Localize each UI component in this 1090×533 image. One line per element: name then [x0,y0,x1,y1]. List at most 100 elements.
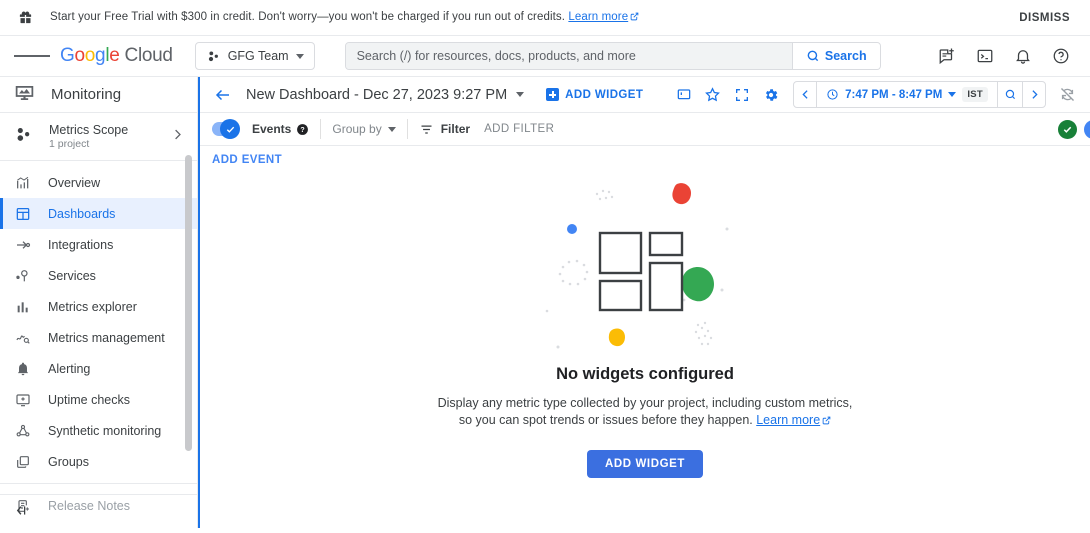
alerting-bell-icon [14,361,32,377]
collapse-panel-button[interactable] [0,494,197,528]
sidebar-item-groups[interactable]: Groups [0,446,197,477]
empty-state-description-line2: so you can spot trends or issues before … [458,413,753,427]
help-icon[interactable] [1048,43,1074,69]
timezone-badge[interactable]: IST [962,87,988,102]
empty-state-learn-more-link[interactable]: Learn more [756,413,820,427]
global-search[interactable]: Search [344,42,881,70]
clock-icon [827,89,838,100]
refresh-off-icon[interactable] [1053,80,1082,109]
synthetic-monitoring-icon [14,423,32,439]
app-body: Monitoring Metrics Scope 1 project Overv… [0,77,1090,528]
filter-icon [421,124,432,134]
empty-state-title: No widgets configured [556,365,734,383]
metrics-management-icon [14,330,32,346]
logo-word-cloud: Cloud [124,45,173,66]
sidebar-item-services[interactable]: Services [0,260,197,291]
sidebar-item-metrics-management[interactable]: Metrics management [0,322,197,353]
time-range-selector: 7:47 PM - 8:47 PM IST [793,81,1046,108]
sidebar-item-dashboards[interactable]: Dashboards [0,198,197,229]
sidebar-product-header: Monitoring [0,77,197,113]
sidebar-item-label: Services [48,268,96,283]
svg-text:?: ? [301,126,305,133]
sidebar-item-integrations[interactable]: Integrations [0,229,197,260]
sidebar-item-label: Integrations [48,237,114,252]
sidebar-nav: Overview Dashboards Integrations Service… [0,161,197,521]
time-range-prev-button[interactable] [794,82,818,107]
empty-state-description: Display any metric type collected by you… [438,395,853,430]
no-widgets-illustration [545,183,729,349]
hamburger-icon[interactable] [14,38,50,74]
free-trial-banner: Start your Free Trial with $300 in credi… [0,0,1090,36]
time-range-next-button[interactable] [1022,82,1045,107]
search-icon [807,50,819,62]
filter-label: Filter [440,122,471,136]
fullscreen-icon[interactable] [727,80,756,109]
settings-gear-icon[interactable] [756,80,785,109]
sidebar-item-overview[interactable]: Overview [0,167,197,198]
add-widget-link[interactable]: ADD WIDGET [546,88,643,101]
red-blob [672,183,691,205]
sidebar-item-synthetic-monitoring[interactable]: Synthetic monitoring [0,415,197,446]
overview-icon [14,175,32,191]
blue-dot [567,224,577,234]
top-header-bar: Google Cloud GFG Team Search [0,36,1090,77]
dismiss-button[interactable]: DISMISS [1019,12,1076,24]
divider [320,119,322,139]
dashboard-panel: New Dashboard - Dec 27, 2023 9:27 PM ADD… [198,77,1090,528]
events-toggle[interactable] [212,119,240,139]
search-button[interactable]: Search [791,43,880,69]
widget-placeholder-4 [598,279,643,312]
filter-button[interactable]: Filter [419,122,470,137]
page-title: New Dashboard - Dec 27, 2023 9:27 PM [246,86,508,103]
uptime-checks-icon [14,392,32,408]
widget-placeholder-2 [648,231,684,257]
search-icon [1005,89,1015,100]
group-by-label: Group by [332,122,382,136]
plus-icon [546,88,560,101]
sidebar-item-metrics-explorer[interactable]: Metrics explorer [0,291,197,322]
sidebar-item-label: Dashboards [48,206,116,221]
integrations-icon [14,237,32,253]
avatar[interactable] [1084,119,1090,139]
logo-letter-g2: g [95,45,106,66]
time-range-value: 7:47 PM - 8:47 PM [845,88,943,101]
feedback-icon[interactable] [934,43,960,69]
project-selector[interactable]: GFG Team [194,42,315,70]
sidebar-item-alerting[interactable]: Alerting [0,353,197,384]
logo-letter-e: e [109,45,120,66]
cloud-shell-icon[interactable] [972,43,998,69]
filter-bar: Events ? Group by Filter ADD FILTER [200,113,1090,146]
sidebar-item-uptime-checks[interactable]: Uptime checks [0,384,197,415]
add-widget-button[interactable]: ADD WIDGET [586,450,704,478]
toggle-knob [220,119,240,139]
banner-learn-more-link[interactable]: Learn more [568,11,628,23]
metrics-scope-subtitle: 1 project [49,138,90,150]
google-cloud-logo[interactable]: Google Cloud [60,45,173,67]
add-event-button[interactable]: ADD EVENT [212,154,282,166]
chevron-left-icon [802,90,808,99]
sidebar-item-label: Metrics management [48,330,165,345]
add-filter-button[interactable]: ADD FILTER [484,123,554,135]
sidebar-item-label: Alerting [48,361,91,376]
help-filled-icon[interactable]: ? [296,123,309,136]
metrics-explorer-icon [14,299,32,315]
search-input[interactable] [345,43,792,69]
notifications-bell-icon[interactable] [1010,43,1036,69]
metrics-scope-selector[interactable]: Metrics Scope 1 project [0,113,197,161]
back-arrow-icon[interactable] [210,82,236,108]
time-range-value-button[interactable]: 7:47 PM - 8:47 PM IST [817,82,997,107]
group-by-button[interactable]: Group by [332,122,396,136]
chevron-right-icon [1031,90,1038,99]
status-ok-check-icon[interactable] [1058,119,1077,139]
notes-panel-icon[interactable] [669,80,698,109]
star-icon[interactable] [698,80,727,109]
banner-text: Start your Free Trial with $300 in credi… [50,11,639,24]
time-range-search-button[interactable] [997,82,1022,107]
empty-state: No widgets configured Display any metric… [200,174,1090,514]
services-icon [14,268,32,284]
search-button-label: Search [824,49,867,63]
chevron-down-icon[interactable] [516,92,525,97]
metrics-scope-icon [14,125,33,149]
sidebar: Monitoring Metrics Scope 1 project Overv… [0,77,198,528]
sidebar-scrollbar[interactable] [185,155,192,451]
